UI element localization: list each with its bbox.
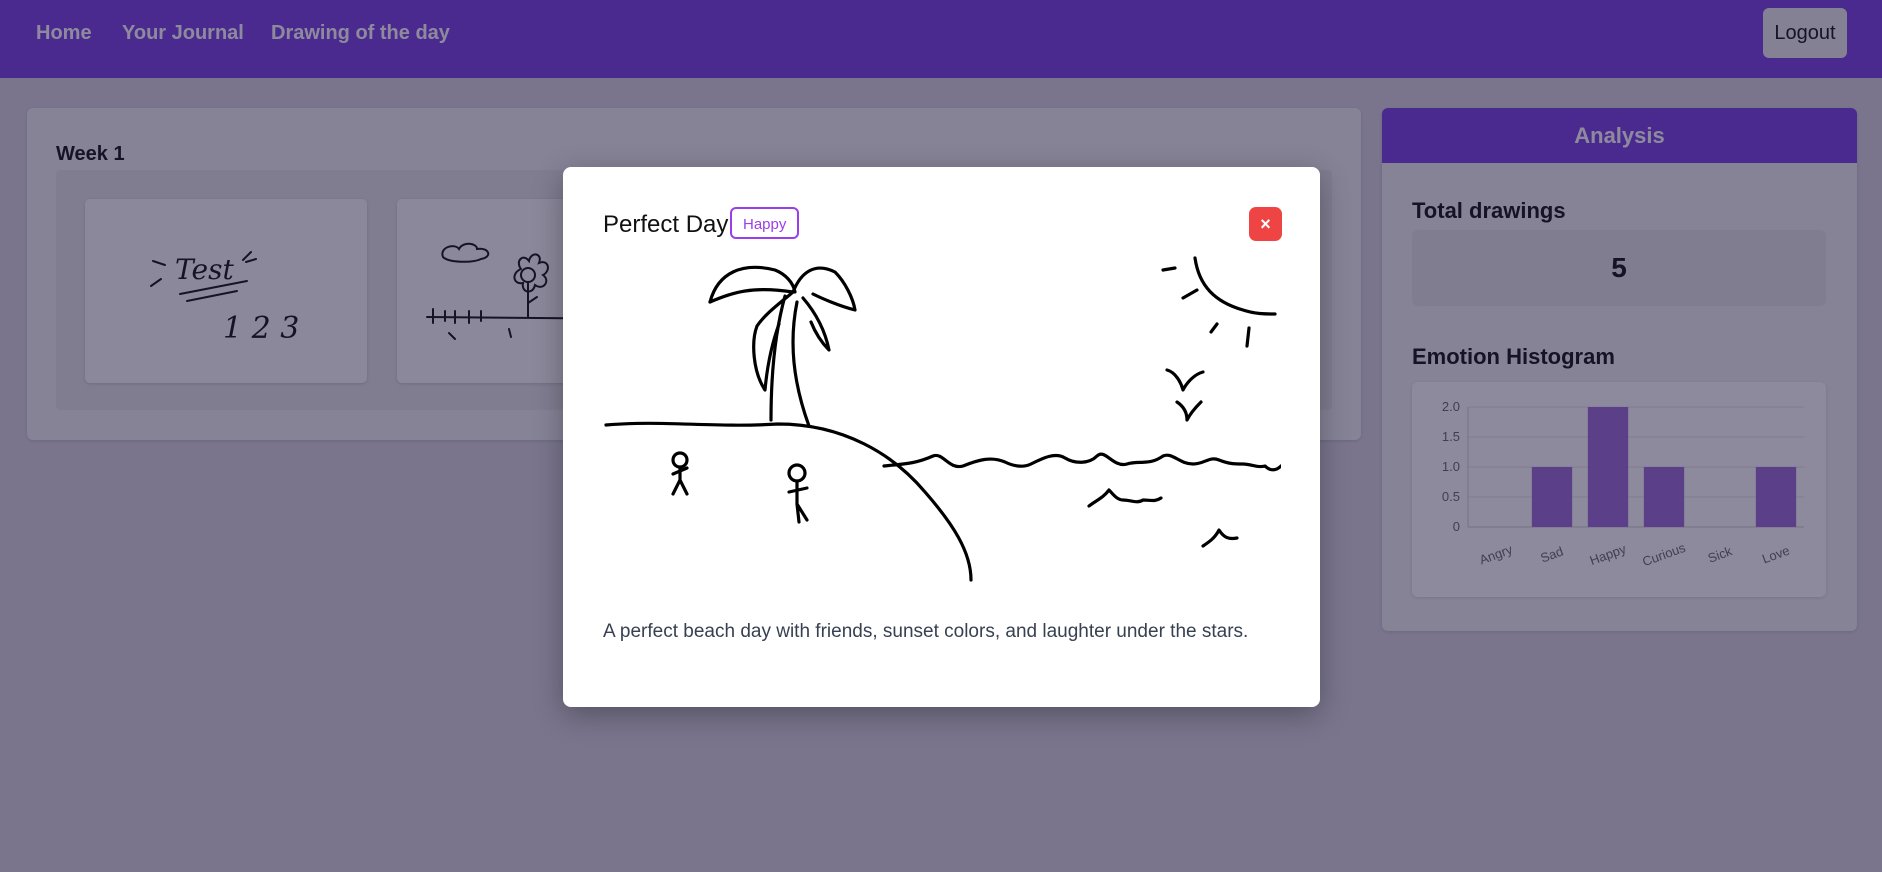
beach-drawing-image	[604, 256, 1281, 582]
modal-description: A perfect beach day with friends, sunset…	[603, 621, 1249, 642]
emotion-badge: Happy	[730, 207, 800, 239]
modal-title: Perfect Day	[603, 211, 729, 238]
drawing-detail-modal: Perfect Day Happy × A perfect beach day …	[563, 167, 1320, 707]
close-modal-button[interactable]: ×	[1249, 207, 1282, 241]
